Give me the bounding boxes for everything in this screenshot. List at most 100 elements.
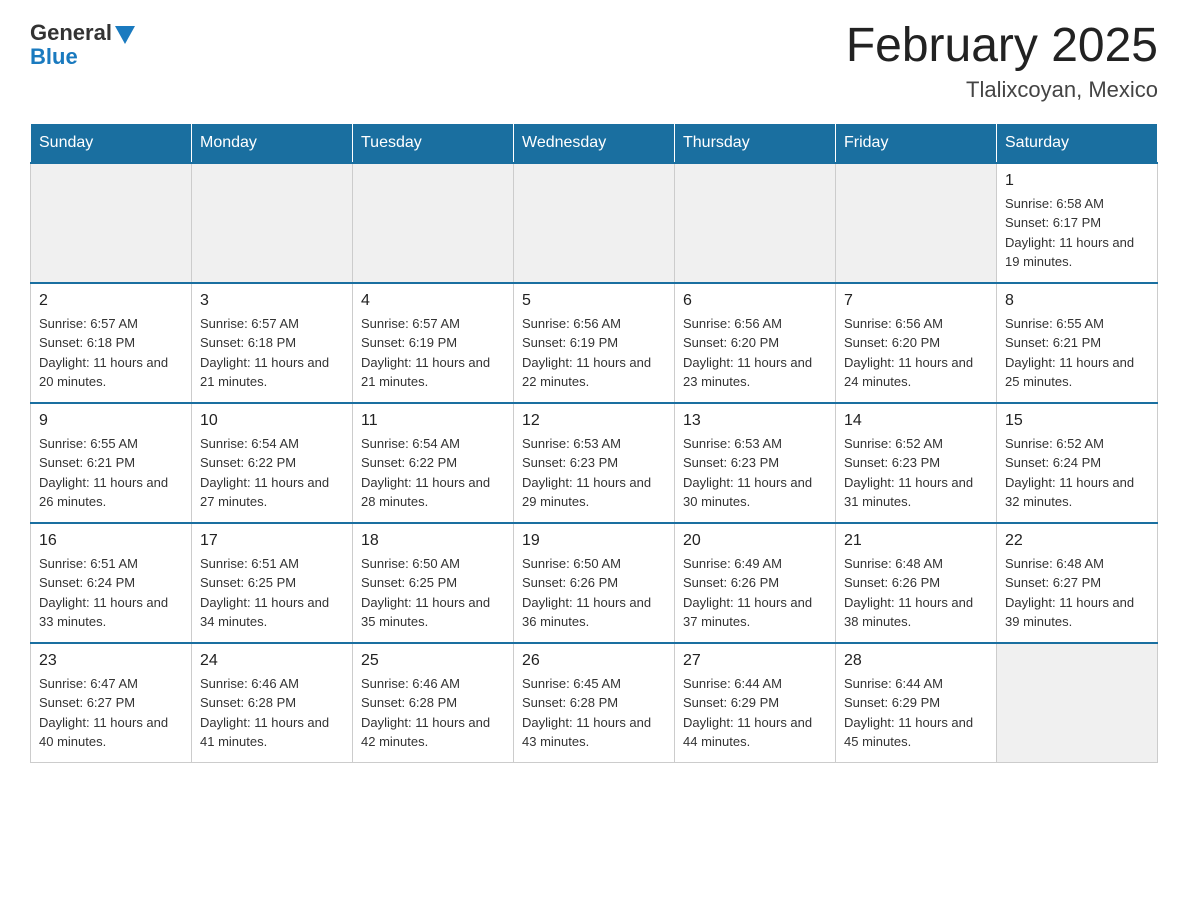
calendar-header-thursday: Thursday — [675, 123, 836, 163]
day-info: Sunrise: 6:57 AMSunset: 6:18 PMDaylight:… — [39, 314, 183, 392]
calendar-day-cell: 9 Sunrise: 6:55 AMSunset: 6:21 PMDaylight… — [31, 403, 192, 523]
title-section: February 2025 Tlalixcoyan, Mexico — [846, 20, 1158, 103]
calendar-day-cell — [675, 163, 836, 283]
day-info: Sunrise: 6:57 AMSunset: 6:19 PMDaylight:… — [361, 314, 505, 392]
calendar-header-friday: Friday — [836, 123, 997, 163]
calendar-day-cell — [836, 163, 997, 283]
calendar-day-cell: 5 Sunrise: 6:56 AMSunset: 6:19 PMDaylight… — [514, 283, 675, 403]
location-title: Tlalixcoyan, Mexico — [846, 77, 1158, 103]
calendar-day-cell: 17 Sunrise: 6:51 AMSunset: 6:25 PMDayligh… — [192, 523, 353, 643]
day-number: 19 — [522, 532, 666, 550]
day-number: 27 — [683, 652, 827, 670]
calendar-day-cell: 6 Sunrise: 6:56 AMSunset: 6:20 PMDaylight… — [675, 283, 836, 403]
day-number: 20 — [683, 532, 827, 550]
day-info: Sunrise: 6:52 AMSunset: 6:24 PMDaylight:… — [1005, 434, 1149, 512]
day-number: 24 — [200, 652, 344, 670]
calendar-day-cell: 27 Sunrise: 6:44 AMSunset: 6:29 PMDayligh… — [675, 643, 836, 763]
calendar-day-cell: 25 Sunrise: 6:46 AMSunset: 6:28 PMDayligh… — [353, 643, 514, 763]
logo-triangle-icon — [115, 26, 135, 44]
day-info: Sunrise: 6:44 AMSunset: 6:29 PMDaylight:… — [683, 674, 827, 752]
calendar-day-cell: 28 Sunrise: 6:44 AMSunset: 6:29 PMDayligh… — [836, 643, 997, 763]
calendar-day-cell: 2 Sunrise: 6:57 AMSunset: 6:18 PMDaylight… — [31, 283, 192, 403]
calendar-header-row: SundayMondayTuesdayWednesdayThursdayFrid… — [31, 123, 1158, 163]
day-info: Sunrise: 6:57 AMSunset: 6:18 PMDaylight:… — [200, 314, 344, 392]
calendar-day-cell: 19Sunrise: 6:50 AMSunset: 6:26 PMDayligh… — [514, 523, 675, 643]
day-number: 1 — [1005, 172, 1149, 190]
day-number: 15 — [1005, 412, 1149, 430]
calendar-day-cell — [31, 163, 192, 283]
day-info: Sunrise: 6:51 AMSunset: 6:25 PMDaylight:… — [200, 554, 344, 632]
day-number: 21 — [844, 532, 988, 550]
calendar-header-monday: Monday — [192, 123, 353, 163]
day-info: Sunrise: 6:54 AMSunset: 6:22 PMDaylight:… — [200, 434, 344, 512]
calendar-table: SundayMondayTuesdayWednesdayThursdayFrid… — [30, 123, 1158, 763]
day-info: Sunrise: 6:51 AMSunset: 6:24 PMDaylight:… — [39, 554, 183, 632]
calendar-day-cell: 10 Sunrise: 6:54 AMSunset: 6:22 PMDayligh… — [192, 403, 353, 523]
day-number: 10 — [200, 412, 344, 430]
calendar-day-cell: 11 Sunrise: 6:54 AMSunset: 6:22 PMDayligh… — [353, 403, 514, 523]
day-number: 11 — [361, 412, 505, 430]
day-number: 5 — [522, 292, 666, 310]
calendar-header-wednesday: Wednesday — [514, 123, 675, 163]
calendar-day-cell — [997, 643, 1158, 763]
calendar-day-cell: 8Sunrise: 6:55 AMSunset: 6:21 PMDaylight… — [997, 283, 1158, 403]
day-info: Sunrise: 6:48 AMSunset: 6:27 PMDaylight:… — [1005, 554, 1149, 632]
day-info: Sunrise: 6:50 AMSunset: 6:25 PMDaylight:… — [361, 554, 505, 632]
day-info: Sunrise: 6:46 AMSunset: 6:28 PMDaylight:… — [361, 674, 505, 752]
day-info: Sunrise: 6:44 AMSunset: 6:29 PMDaylight:… — [844, 674, 988, 752]
calendar-day-cell: 4 Sunrise: 6:57 AMSunset: 6:19 PMDaylight… — [353, 283, 514, 403]
day-info: Sunrise: 6:56 AMSunset: 6:20 PMDaylight:… — [683, 314, 827, 392]
day-info: Sunrise: 6:53 AMSunset: 6:23 PMDaylight:… — [683, 434, 827, 512]
calendar-day-cell: 16Sunrise: 6:51 AMSunset: 6:24 PMDayligh… — [31, 523, 192, 643]
day-number: 22 — [1005, 532, 1149, 550]
calendar-day-cell: 23 Sunrise: 6:47 AMSunset: 6:27 PMDayligh… — [31, 643, 192, 763]
calendar-header-tuesday: Tuesday — [353, 123, 514, 163]
logo-general-text: General — [30, 20, 112, 46]
calendar-day-cell: 18 Sunrise: 6:50 AMSunset: 6:25 PMDayligh… — [353, 523, 514, 643]
calendar-day-cell — [514, 163, 675, 283]
day-number: 12 — [522, 412, 666, 430]
day-number: 3 — [200, 292, 344, 310]
calendar-day-cell: 20 Sunrise: 6:49 AMSunset: 6:26 PMDayligh… — [675, 523, 836, 643]
calendar-week-row: 9 Sunrise: 6:55 AMSunset: 6:21 PMDaylight… — [31, 403, 1158, 523]
day-number: 26 — [522, 652, 666, 670]
calendar-day-cell: 26Sunrise: 6:45 AMSunset: 6:28 PMDayligh… — [514, 643, 675, 763]
logo: General Blue — [30, 20, 135, 70]
calendar-day-cell — [192, 163, 353, 283]
day-number: 2 — [39, 292, 183, 310]
day-number: 23 — [39, 652, 183, 670]
day-info: Sunrise: 6:47 AMSunset: 6:27 PMDaylight:… — [39, 674, 183, 752]
day-info: Sunrise: 6:53 AMSunset: 6:23 PMDaylight:… — [522, 434, 666, 512]
day-number: 6 — [683, 292, 827, 310]
day-info: Sunrise: 6:55 AMSunset: 6:21 PMDaylight:… — [1005, 314, 1149, 392]
calendar-day-cell — [353, 163, 514, 283]
day-info: Sunrise: 6:56 AMSunset: 6:20 PMDaylight:… — [844, 314, 988, 392]
month-title: February 2025 — [846, 20, 1158, 73]
day-number: 14 — [844, 412, 988, 430]
day-info: Sunrise: 6:56 AMSunset: 6:19 PMDaylight:… — [522, 314, 666, 392]
logo-blue-text: Blue — [30, 44, 78, 70]
calendar-week-row: 2 Sunrise: 6:57 AMSunset: 6:18 PMDaylight… — [31, 283, 1158, 403]
calendar-day-cell: 24 Sunrise: 6:46 AMSunset: 6:28 PMDayligh… — [192, 643, 353, 763]
day-info: Sunrise: 6:54 AMSunset: 6:22 PMDaylight:… — [361, 434, 505, 512]
calendar-header-saturday: Saturday — [997, 123, 1158, 163]
calendar-week-row: 23 Sunrise: 6:47 AMSunset: 6:27 PMDayligh… — [31, 643, 1158, 763]
day-info: Sunrise: 6:49 AMSunset: 6:26 PMDaylight:… — [683, 554, 827, 632]
calendar-day-cell: 7 Sunrise: 6:56 AMSunset: 6:20 PMDaylight… — [836, 283, 997, 403]
day-info: Sunrise: 6:58 AMSunset: 6:17 PMDaylight:… — [1005, 194, 1149, 272]
day-number: 18 — [361, 532, 505, 550]
day-number: 28 — [844, 652, 988, 670]
day-info: Sunrise: 6:46 AMSunset: 6:28 PMDaylight:… — [200, 674, 344, 752]
day-number: 25 — [361, 652, 505, 670]
day-number: 17 — [200, 532, 344, 550]
calendar-header-sunday: Sunday — [31, 123, 192, 163]
day-number: 4 — [361, 292, 505, 310]
calendar-day-cell: 12 Sunrise: 6:53 AMSunset: 6:23 PMDayligh… — [514, 403, 675, 523]
day-number: 9 — [39, 412, 183, 430]
calendar-day-cell: 1 Sunrise: 6:58 AMSunset: 6:17 PMDaylight… — [997, 163, 1158, 283]
day-info: Sunrise: 6:55 AMSunset: 6:21 PMDaylight:… — [39, 434, 183, 512]
day-info: Sunrise: 6:48 AMSunset: 6:26 PMDaylight:… — [844, 554, 988, 632]
calendar-day-cell: 13Sunrise: 6:53 AMSunset: 6:23 PMDayligh… — [675, 403, 836, 523]
day-info: Sunrise: 6:52 AMSunset: 6:23 PMDaylight:… — [844, 434, 988, 512]
day-number: 7 — [844, 292, 988, 310]
